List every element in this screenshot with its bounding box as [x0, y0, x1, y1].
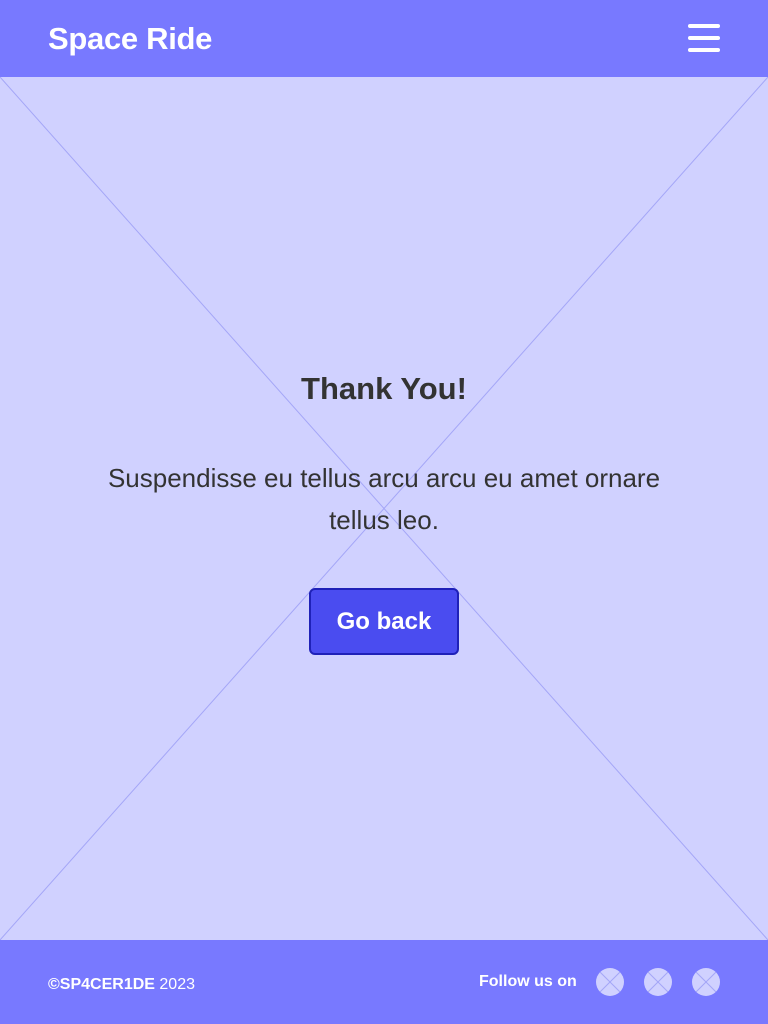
menu-bar-top — [688, 24, 720, 28]
social-link-1-icon[interactable] — [596, 968, 624, 996]
menu-bar-middle — [688, 36, 720, 40]
copyright-year: 2023 — [159, 976, 195, 993]
thank-you-message: Suspendisse eu tellus arcu arcu eu amet … — [107, 463, 661, 535]
copyright-brand: ©SP4CER1DE — [48, 976, 155, 993]
copyright-text: ©SP4CER1DE 2023 — [48, 975, 195, 995]
follow-us-label: Follow us on — [479, 973, 577, 990]
menu-bar-bottom — [688, 48, 720, 52]
site-header: Space Ride — [0, 0, 768, 77]
hero-section: Thank You! Suspendisse eu tellus arcu ar… — [0, 77, 768, 940]
social-link-2-icon[interactable] — [644, 968, 672, 996]
brand-logo[interactable]: Space Ride — [48, 20, 212, 58]
hamburger-menu-icon[interactable] — [684, 20, 724, 56]
site-footer: ©SP4CER1DE 2023 Follow us on — [0, 940, 768, 1024]
go-back-button[interactable]: Go back — [309, 588, 459, 655]
page-title: Thank You! — [301, 371, 467, 406]
social-link-3-icon[interactable] — [692, 968, 720, 996]
